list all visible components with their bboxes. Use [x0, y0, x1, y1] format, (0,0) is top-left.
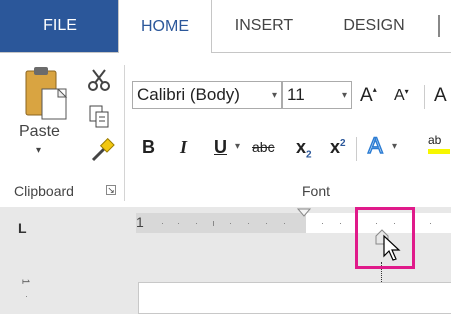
tab-design-label: DESIGN [343, 17, 405, 34]
grow-font-icon: A [360, 85, 373, 106]
subscript-suffix: 2 [306, 149, 312, 161]
tab-file-label: FILE [43, 17, 77, 34]
font-toolbar-divider [424, 85, 425, 109]
superscript-button[interactable]: x2 [330, 137, 346, 158]
tab-stop-left-icon: L [18, 220, 27, 236]
superscript-base: x [330, 137, 341, 157]
scissors-icon [88, 69, 110, 91]
subscript-base: x [296, 137, 307, 157]
strikethrough-icon: abc [252, 139, 275, 155]
paste-dropdown-arrow[interactable]: ▾ [36, 145, 41, 156]
shrink-font-icon: A [394, 87, 405, 104]
font-toolbar-divider-2 [356, 137, 357, 161]
bold-icon: B [142, 137, 155, 157]
clipboard-dialog-launcher-icon[interactable]: ↘ [106, 185, 116, 195]
tab-home-label: HOME [141, 17, 189, 35]
text-effects-dropdown-arrow[interactable]: ▾ [392, 141, 397, 152]
superscript-suffix: 2 [340, 138, 346, 149]
tab-design[interactable]: DESIGN [324, 0, 424, 52]
tab-insert[interactable]: INSERT [214, 0, 314, 52]
paste-button[interactable] [20, 65, 78, 127]
tab-insert-label: INSERT [234, 17, 294, 34]
format-painter-brush-icon [91, 138, 115, 162]
underline-button[interactable]: U [214, 137, 227, 158]
ruler-number: 1 [136, 214, 144, 230]
annotation-highlight-box [355, 207, 415, 269]
strikethrough-button[interactable]: abc [252, 139, 275, 155]
italic-button[interactable]: I [180, 137, 187, 158]
highlight-color-button[interactable]: ab [428, 133, 450, 154]
tab-partial[interactable] [438, 0, 451, 52]
tab-home[interactable]: HOME [118, 0, 212, 53]
ribbon-tab-bar: FILE HOME INSERT DESIGN [0, 0, 451, 53]
bold-button[interactable]: B [142, 137, 155, 158]
tab-selector[interactable]: L [18, 220, 38, 240]
font-family-value: Calibri (Body) [137, 85, 240, 104]
font-family-combo[interactable]: Calibri (Body) ▾ [132, 81, 282, 109]
copy-button[interactable] [86, 103, 112, 129]
italic-icon: I [180, 137, 188, 157]
font-family-dropdown-arrow[interactable]: ▾ [269, 90, 277, 101]
font-size-combo[interactable]: 11 ▾ [282, 81, 352, 109]
underline-dropdown-arrow[interactable]: ▾ [235, 141, 240, 152]
document-page[interactable] [138, 282, 451, 314]
grow-font-button[interactable]: A▴ [360, 85, 377, 107]
highlight-color-swatch [428, 149, 450, 154]
ribbon-home: Paste ▾ Clipboard ↘ Calibri (Body) ▾ 11 … [0, 52, 451, 208]
paste-label: Paste [19, 123, 60, 140]
font-group-label: Font [302, 183, 331, 199]
underline-icon: U [214, 137, 227, 157]
tab-file[interactable]: FILE [0, 0, 120, 52]
group-divider [124, 65, 125, 201]
highlight-icon: ab [428, 133, 442, 147]
font-size-dropdown-arrow[interactable]: ▾ [342, 90, 347, 101]
subscript-button[interactable]: x2 [296, 137, 312, 161]
clear-formatting-icon: A [434, 85, 447, 106]
clipboard-group-label: Clipboard [14, 183, 74, 199]
text-effects-button[interactable]: A [367, 132, 383, 159]
first-line-indent-marker[interactable] [296, 208, 312, 218]
font-size-value: 11 [287, 85, 305, 104]
clipboard-paste-icon [25, 67, 68, 120]
text-effects-icon: A [367, 132, 383, 159]
vertical-ruler-number: 1 [19, 278, 31, 285]
copy-icon [89, 105, 109, 128]
clear-formatting-button[interactable]: A [434, 85, 447, 107]
format-painter-button[interactable] [86, 137, 116, 165]
vertical-ruler-tick [26, 296, 27, 297]
cut-button[interactable] [84, 67, 114, 93]
shrink-font-button[interactable]: A▾ [394, 87, 409, 105]
